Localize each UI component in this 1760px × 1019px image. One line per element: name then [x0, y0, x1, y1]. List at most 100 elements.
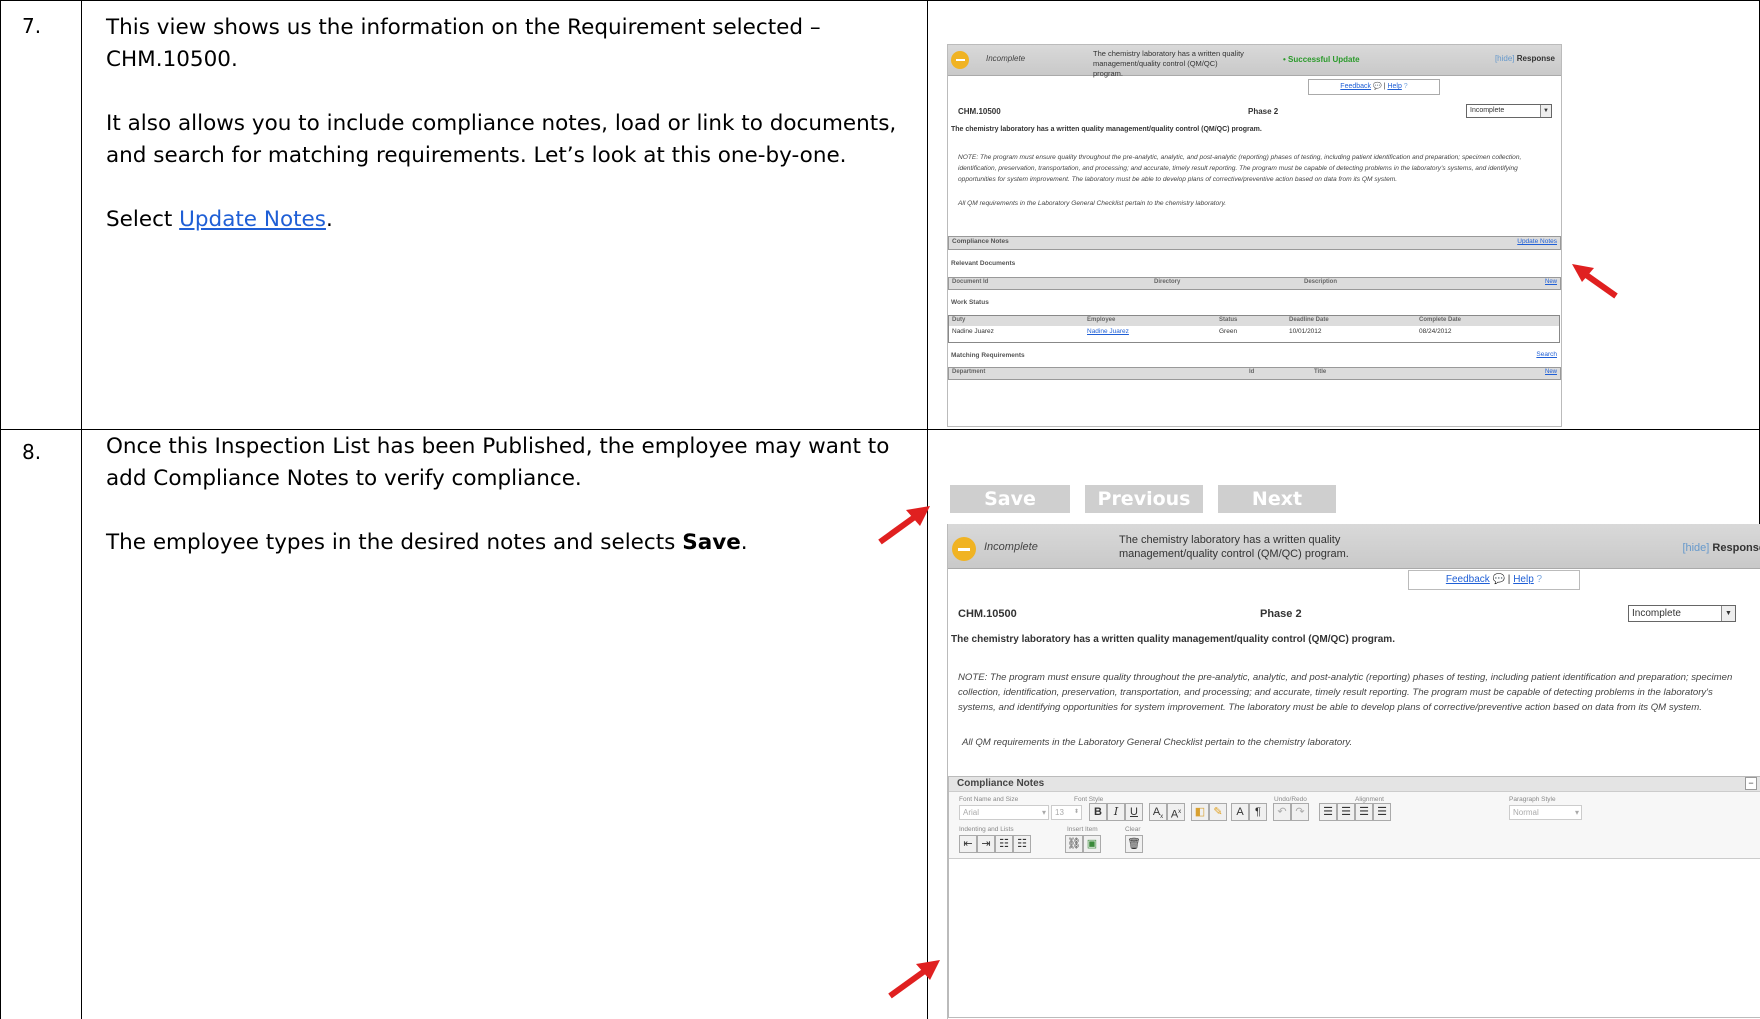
next-button[interactable]: Next: [1218, 485, 1336, 513]
help-icon: ?: [1403, 83, 1408, 90]
feedback-help-box: Feedback 💬 | Help ?: [1408, 570, 1580, 590]
mr-col-department: Department: [952, 369, 986, 375]
collapse-button[interactable]: −: [1745, 777, 1757, 790]
status-label: Incomplete: [984, 541, 1038, 553]
outdent-icon[interactable]: ⇤: [959, 835, 977, 853]
image-icon[interactable]: ▣: [1083, 835, 1101, 853]
ws-cell-duty: Nadine Juarez: [952, 328, 994, 335]
search-link[interactable]: Search: [1536, 351, 1557, 358]
phase: Phase 2: [1248, 107, 1279, 116]
table-row-divider: [0, 429, 1760, 430]
feedback-link[interactable]: Feedback: [1340, 83, 1371, 90]
redo-icon[interactable]: ↷: [1291, 803, 1309, 821]
pencil-icon[interactable]: ✎: [1209, 803, 1227, 821]
superscript-button[interactable]: Ax: [1167, 803, 1185, 821]
undo-icon[interactable]: ↶: [1273, 803, 1291, 821]
table-border-left: [0, 0, 1, 1019]
documents-header: Document Id Directory Description New: [948, 277, 1561, 290]
font-size-stepper[interactable]: 13 ⬍: [1051, 805, 1082, 820]
ws-col-complete: Complete Date: [1419, 317, 1462, 323]
font-color-button[interactable]: A: [1231, 803, 1249, 821]
compliance-notes-editor[interactable]: [949, 859, 1760, 1017]
mr-col-title: Title: [1314, 369, 1327, 375]
underline-button[interactable]: U: [1125, 803, 1143, 821]
screenshot-compliance-notes: Incomplete The chemistry laboratory has …: [947, 524, 1760, 1019]
help-link[interactable]: Help: [1513, 574, 1534, 585]
align-justify-icon[interactable]: ☰: [1373, 803, 1391, 821]
link-icon[interactable]: ⛓: [1065, 835, 1083, 853]
relevant-docs-title: Relevant Documents: [951, 260, 1016, 267]
update-notes-link[interactable]: Update Notes: [179, 207, 326, 232]
save-button[interactable]: Save: [950, 485, 1070, 513]
select-prefix: Select: [106, 207, 180, 232]
doc-col-id: Document Id: [952, 279, 989, 285]
feedback-icon: 💬: [1373, 83, 1382, 90]
paragraph-style-select[interactable]: Normal ▾: [1509, 805, 1582, 820]
align-left-icon[interactable]: ☰: [1319, 803, 1337, 821]
req-text: The chemistry laboratory has a written q…: [951, 634, 1395, 645]
req-text: The chemistry laboratory has a written q…: [951, 126, 1262, 133]
bullet-list-icon[interactable]: ☷: [995, 835, 1013, 853]
align-right-icon[interactable]: ☰: [1355, 803, 1373, 821]
feedback-icon: 💬: [1492, 574, 1506, 585]
indent-icon[interactable]: ⇥: [977, 835, 995, 853]
stepper-icon: ⬍: [1073, 809, 1079, 815]
update-notes-button[interactable]: Update Notes: [1517, 238, 1557, 245]
doc-col-description: Description: [1304, 279, 1338, 285]
ws-cell-employee-link[interactable]: Nadine Juarez: [1087, 328, 1129, 335]
step-7-instructions: This view shows us the information on th…: [106, 12, 906, 268]
help-link[interactable]: Help: [1387, 83, 1401, 90]
table-col-divider-1: [81, 0, 82, 1019]
font-name-value: Arial: [963, 808, 980, 817]
chevron-down-icon: ▼: [1540, 105, 1551, 117]
hide-link[interactable]: [hide]: [1495, 54, 1515, 63]
bold-button[interactable]: B: [1089, 803, 1107, 821]
new-matching-link[interactable]: New: [1545, 369, 1557, 375]
header-right: [hide] Response: [1682, 542, 1760, 554]
pointer-arrow-icon: [1572, 264, 1618, 299]
compliance-notes-panel: Compliance Notes − Font Name and Size Fo…: [948, 776, 1760, 1018]
ws-col-status: Status: [1219, 317, 1238, 323]
req-note-2: All QM requirements in the Laboratory Ge…: [958, 200, 1227, 207]
req-title-line-2: management/quality control (QM/QC) progr…: [1119, 548, 1349, 560]
status-select-value: Incomplete: [1470, 107, 1505, 114]
pointer-arrow-icon: [878, 506, 930, 545]
step-number-8: 8.: [22, 440, 42, 464]
ws-col-duty: Duty: [952, 317, 966, 323]
status-select[interactable]: Incomplete ▼: [1466, 104, 1552, 118]
italic-button[interactable]: I: [1107, 803, 1125, 821]
step-number-7: 7.: [22, 14, 42, 38]
chevron-down-icon: ▾: [1041, 808, 1046, 817]
numbered-list-icon[interactable]: ☷: [1013, 835, 1031, 853]
group-paragraph-style: Paragraph Style: [1509, 796, 1556, 803]
mr-col-id: Id: [1249, 369, 1255, 375]
paragraph-mark-button[interactable]: ¶: [1249, 803, 1267, 821]
trash-icon[interactable]: 🗑: [1125, 835, 1143, 853]
highlight-icon[interactable]: ◧: [1191, 803, 1209, 821]
step-7-para-1: This view shows us the information on th…: [106, 15, 821, 72]
table-border-top: [0, 0, 1760, 1]
new-document-link[interactable]: New: [1545, 279, 1557, 285]
ws-col-employee: Employee: [1087, 317, 1116, 323]
editor-toolbar: Font Name and Size Font Style Undo/Redo …: [949, 792, 1760, 859]
update-message: • Successful Update: [1283, 55, 1360, 64]
status-label: Incomplete: [986, 54, 1026, 63]
previous-button[interactable]: Previous: [1085, 485, 1203, 513]
subscript-button[interactable]: Ax: [1149, 803, 1167, 821]
compliance-notes-header: Compliance Notes −: [949, 777, 1760, 792]
step-7-para-2: It also allows you to include compliance…: [106, 111, 897, 168]
req-id: CHM.10500: [958, 608, 1017, 620]
status-select[interactable]: Incomplete ▼: [1628, 605, 1736, 622]
group-font-style: Font Style: [1074, 796, 1104, 803]
status-dot-icon: [951, 51, 969, 69]
feedback-link[interactable]: Feedback: [1446, 574, 1490, 585]
para2-suffix: .: [740, 530, 748, 555]
font-name-select[interactable]: Arial ▾: [959, 805, 1049, 820]
hide-link[interactable]: [hide]: [1682, 542, 1709, 554]
align-center-icon[interactable]: ☰: [1337, 803, 1355, 821]
screenshot-requirement-view: Incomplete The chemistry laboratory has …: [947, 44, 1562, 427]
req-note: NOTE: The program must ensure quality th…: [958, 672, 1733, 713]
font-size-value: 13: [1055, 808, 1064, 817]
group-alignment: Alignment: [1355, 796, 1384, 803]
group-clear: Clear: [1125, 826, 1141, 833]
